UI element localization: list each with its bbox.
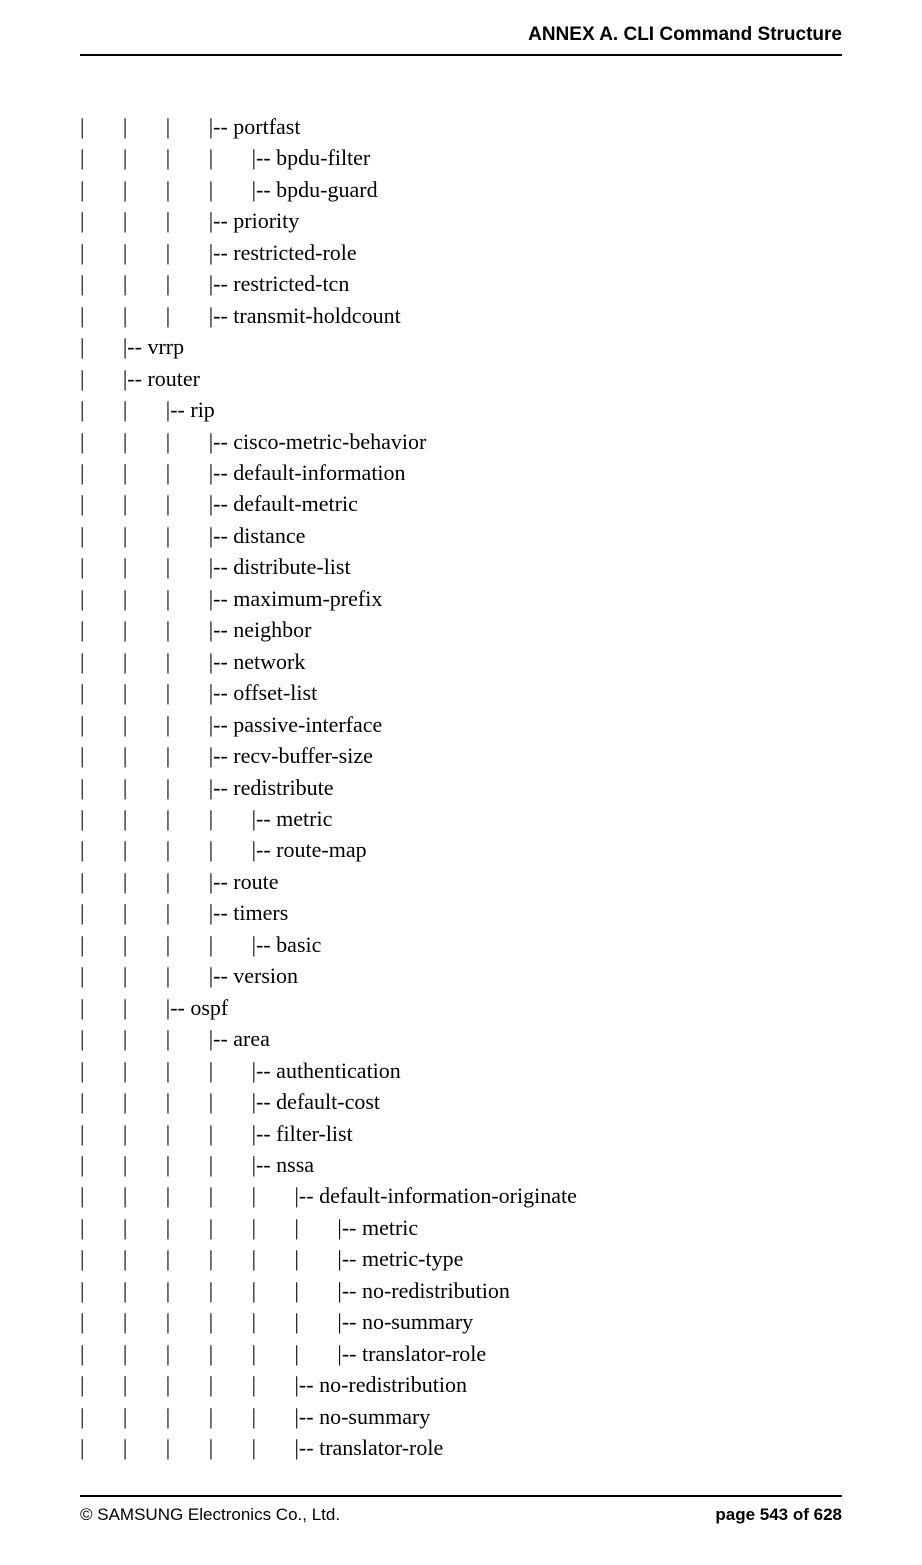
tree-line: | | | |-- cisco-metric-behavior	[80, 429, 426, 454]
tree-line: | | | |-- restricted-tcn	[80, 271, 349, 296]
tree-line: | | | |-- network	[80, 649, 305, 674]
tree-line: | | | | | |-- no-redistribution	[80, 1372, 467, 1397]
tree-line: | | | | | |-- translator-role	[80, 1435, 443, 1460]
tree-line: | |-- vrrp	[80, 334, 184, 359]
tree-line: | | | |-- portfast	[80, 114, 300, 139]
tree-line: | | | | |-- route-map	[80, 837, 367, 862]
footer-page-label: page 543 of 628	[715, 1505, 842, 1524]
page-footer: © SAMSUNG Electronics Co., Ltd. page 543…	[80, 1495, 842, 1525]
tree-line: | | | | |-- basic	[80, 932, 321, 957]
tree-line: | | | | | | |-- no-redistribution	[80, 1278, 510, 1303]
tree-line: | | | |-- restricted-role	[80, 240, 357, 265]
tree-line: | | |-- ospf	[80, 995, 228, 1020]
tree-line: | | | | | | |-- metric	[80, 1215, 418, 1240]
tree-line: | | | |-- maximum-prefix	[80, 586, 382, 611]
tree-line: | | | | | |-- default-information-origin…	[80, 1183, 577, 1208]
tree-line: | | | |-- priority	[80, 208, 299, 233]
tree-line: | | | | |-- nssa	[80, 1152, 314, 1177]
tree-line: | | |-- rip	[80, 397, 215, 422]
tree-line: | | | |-- distance	[80, 523, 305, 548]
tree-line: | | | | |-- default-cost	[80, 1089, 380, 1114]
footer-page-number: page 543 of 628	[715, 1505, 842, 1525]
tree-line: | | | | | | |-- no-summary	[80, 1309, 473, 1334]
tree-line: | | | |-- distribute-list	[80, 554, 351, 579]
tree-line: | | | | | | |-- translator-role	[80, 1341, 486, 1366]
tree-line: | | | | |-- metric	[80, 806, 332, 831]
tree-line: | | | |-- default-information	[80, 460, 406, 485]
tree-line: | | | |-- offset-list	[80, 680, 317, 705]
tree-line: | | | |-- transmit-holdcount	[80, 303, 401, 328]
tree-line: | | | |-- default-metric	[80, 491, 358, 516]
tree-line: | | | |-- version	[80, 963, 298, 988]
header-title: ANNEX A. CLI Command Structure	[528, 24, 842, 45]
tree-line: | |-- router	[80, 366, 200, 391]
tree-line: | | | | |-- authentication	[80, 1058, 401, 1083]
tree-line: | | | |-- passive-interface	[80, 712, 382, 737]
tree-line: | | | |-- redistribute	[80, 775, 333, 800]
tree-line: | | | | |-- filter-list	[80, 1121, 353, 1146]
tree-line: | | | |-- neighbor	[80, 617, 311, 642]
tree-line: | | | |-- recv-buffer-size	[80, 743, 373, 768]
tree-line: | | | |-- route	[80, 869, 278, 894]
tree-line: | | | | |-- bpdu-guard	[80, 177, 378, 202]
page-header: ANNEX A. CLI Command Structure	[80, 0, 842, 56]
footer-copyright: © SAMSUNG Electronics Co., Ltd.	[80, 1505, 340, 1525]
tree-line: | | | | |-- bpdu-filter	[80, 145, 370, 170]
tree-line: | | | | | |-- no-summary	[80, 1404, 430, 1429]
tree-line: | | | | | | |-- metric-type	[80, 1246, 463, 1271]
document-page: ANNEX A. CLI Command Structure | | | |--…	[0, 0, 922, 1565]
tree-line: | | | |-- timers	[80, 900, 288, 925]
cli-tree-content: | | | |-- portfast | | | | |-- bpdu-filt…	[80, 56, 842, 1463]
tree-line: | | | |-- area	[80, 1026, 270, 1051]
